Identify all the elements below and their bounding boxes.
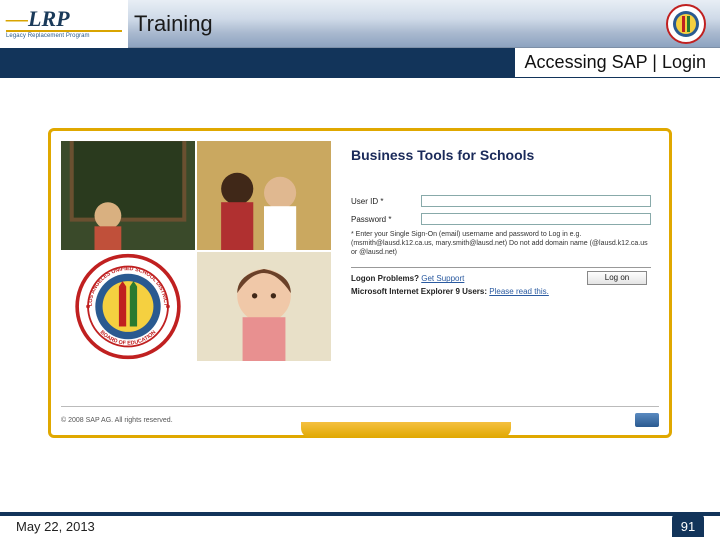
login-form: User ID * Password * * Enter your Single… <box>351 195 651 300</box>
photo-teacher <box>61 141 195 250</box>
subtitle-bar: Accessing SAP | Login <box>0 48 720 78</box>
portal-title: Business Tools for Schools <box>351 147 534 163</box>
logon-button[interactable]: Log on <box>587 271 647 285</box>
ie9-row: Microsoft Internet Explorer 9 Users: Ple… <box>351 287 651 296</box>
lrp-logo: —LRP Legacy Replacement Program <box>0 0 128 48</box>
logon-problems-label: Logon Problems? <box>351 274 419 283</box>
ie9-label: Microsoft Internet Explorer 9 Users: <box>351 287 487 296</box>
login-hint: * Enter your Single Sign-On (email) user… <box>351 231 651 257</box>
user-id-input[interactable] <box>421 195 651 207</box>
user-id-label: User ID * <box>351 197 421 206</box>
password-label: Password * <box>351 215 421 224</box>
separator <box>351 267 651 268</box>
copyright-text: © 2008 SAP AG. All rights reserved. <box>61 417 173 424</box>
sap-logo-icon <box>635 413 659 427</box>
footer-date: May 22, 2013 <box>16 519 95 534</box>
district-seal-icon <box>666 4 706 44</box>
get-support-link[interactable]: Get Support <box>421 274 464 283</box>
page-number: 91 <box>672 515 704 537</box>
slide-footer: May 22, 2013 91 <box>0 512 720 540</box>
slide-header: —LRP Legacy Replacement Program Training <box>0 0 720 48</box>
logo-subtitle: Legacy Replacement Program <box>6 30 122 39</box>
logo-text: —LRP <box>6 8 122 30</box>
photo-students <box>197 141 331 250</box>
ie9-link[interactable]: Please read this. <box>489 287 549 296</box>
photo-child <box>197 252 331 361</box>
slide-subtitle: Accessing SAP | Login <box>515 48 720 77</box>
image-grid: LOS ANGELES UNIFIED SCHOOL DISTRICT BOAR… <box>61 141 331 361</box>
gold-tab <box>301 422 511 438</box>
header-title: Training <box>134 11 213 37</box>
login-screenshot: LOS ANGELES UNIFIED SCHOOL DISTRICT BOAR… <box>48 128 672 438</box>
password-input[interactable] <box>421 213 651 225</box>
district-seal-large: LOS ANGELES UNIFIED SCHOOL DISTRICT BOAR… <box>61 252 195 361</box>
